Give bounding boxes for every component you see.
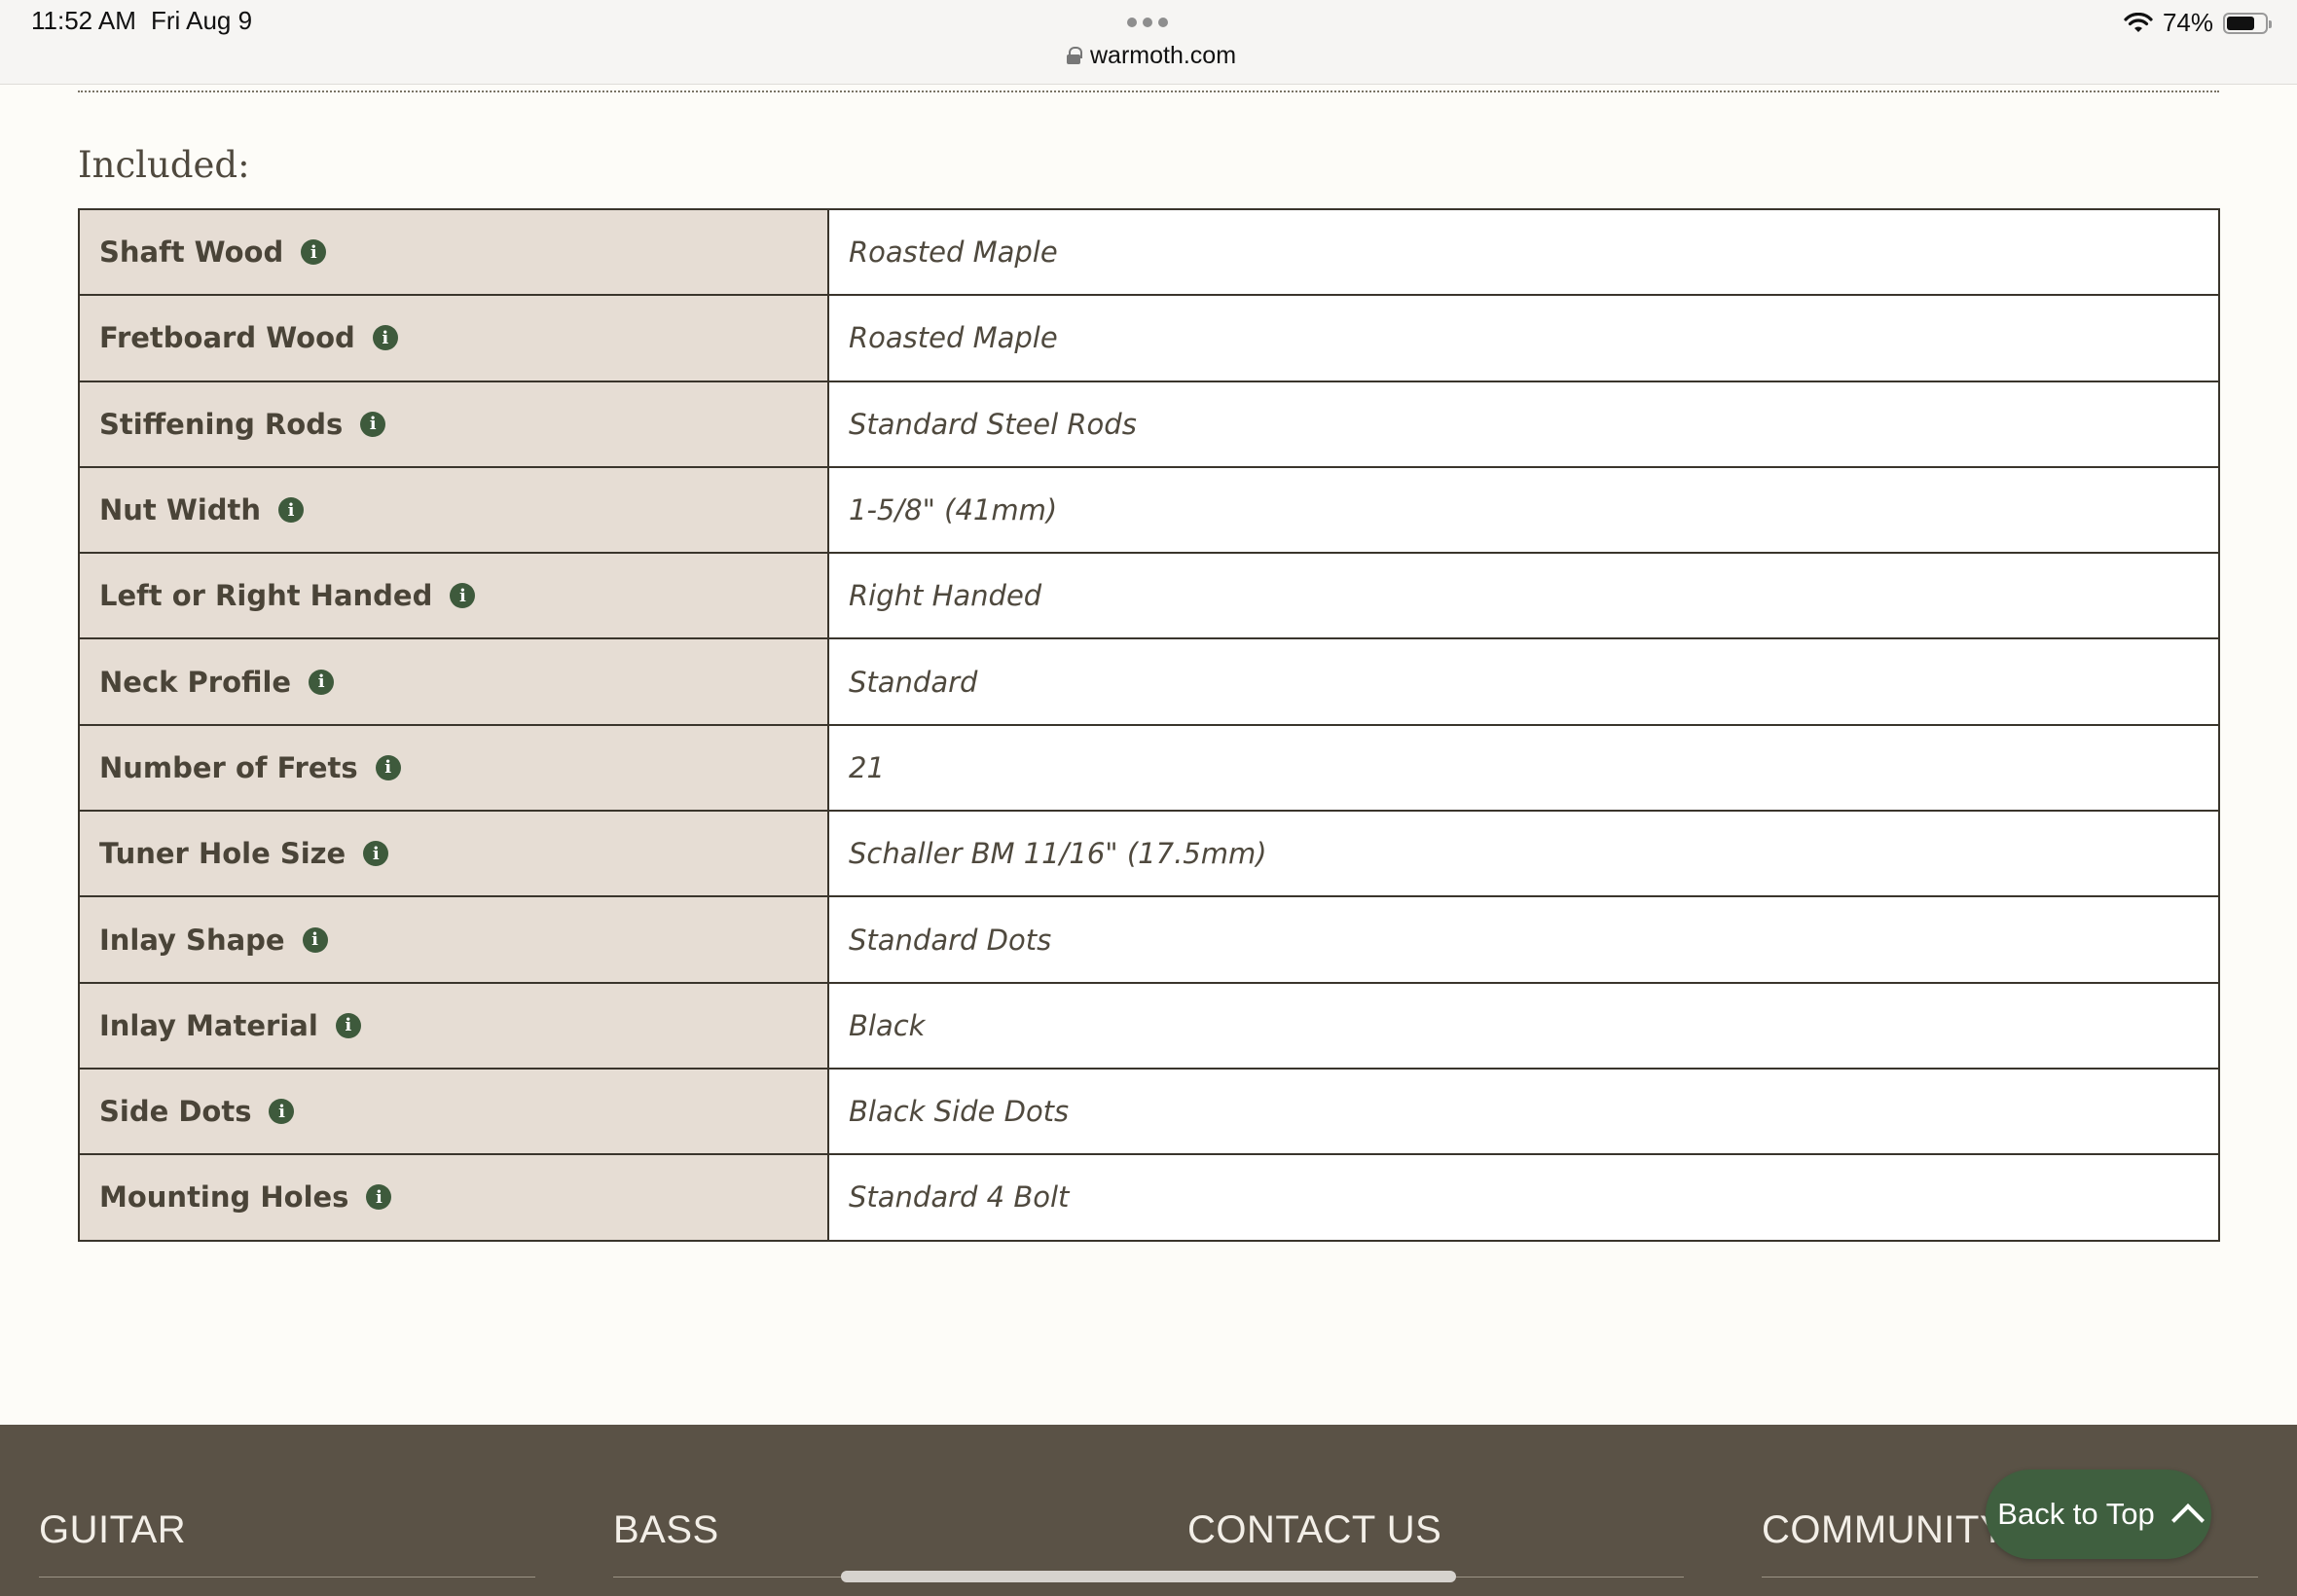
spec-row: Nut Width i 1-5/8" (41mm) (78, 465, 2220, 555)
status-date: Fri Aug 9 (151, 6, 253, 35)
status-time: 11:52 AM (31, 6, 136, 35)
spec-label-cell: Fretboard Wood i (78, 294, 829, 382)
spec-label: Fretboard Wood (99, 321, 355, 355)
spec-label: Inlay Material (99, 1008, 318, 1042)
battery-percent: 74% (2162, 8, 2213, 37)
spec-value: Standard 4 Bolt (827, 1153, 2220, 1242)
spec-label-cell: Inlay Shape i (78, 895, 829, 984)
dotted-divider (78, 91, 2219, 92)
back-to-top-button[interactable]: Back to Top (1986, 1469, 2211, 1559)
info-icon[interactable]: i (302, 926, 328, 953)
spec-value: Standard (827, 637, 2220, 726)
footer-community[interactable]: COMMUNITY (1762, 1508, 2258, 1578)
wifi-icon (2124, 12, 2153, 32)
spec-value: Black Side Dots (827, 1067, 2220, 1156)
home-indicator[interactable] (841, 1571, 1456, 1582)
spec-value: Right Handed (827, 552, 2220, 640)
spec-label: Neck Profile (99, 665, 292, 699)
spec-label-cell: Left or Right Handed i (78, 552, 829, 640)
spec-label-cell: Inlay Material i (78, 981, 829, 1070)
spec-row: Tuner Hole Size i Schaller BM 11/16" (17.5… (78, 810, 2220, 898)
info-icon[interactable]: i (363, 841, 389, 867)
spec-value: Roasted Maple (827, 207, 2220, 297)
info-icon[interactable]: i (269, 1099, 295, 1125)
info-icon[interactable]: i (366, 1184, 392, 1211)
spec-value: Standard Steel Rods (827, 380, 2220, 468)
info-icon[interactable]: i (372, 325, 398, 351)
spec-row: Fretboard Wood i Roasted Maple (78, 294, 2220, 382)
spec-label: Mounting Holes (99, 1180, 349, 1215)
spec-label-cell: Mounting Holes i (78, 1153, 829, 1242)
spec-value: 21 (827, 723, 2220, 813)
spec-row: Inlay Material i Black (78, 981, 2220, 1070)
spec-value: 1-5/8" (41mm) (827, 465, 2220, 555)
spec-value: Schaller BM 11/16" (17.5mm) (827, 810, 2220, 898)
spec-row: Left or Right Handed i Right Handed (78, 552, 2220, 640)
spec-row: Mounting Holes i Standard 4 Bolt (78, 1153, 2220, 1242)
spec-row: Shaft Wood i Roasted Maple (78, 207, 2220, 297)
footer-contact-label: CONTACT US (1187, 1508, 1442, 1551)
spec-label-cell: Neck Profile i (78, 637, 829, 726)
spec-label: Inlay Shape (99, 923, 285, 957)
address-bar[interactable]: warmoth.com (1067, 39, 1236, 72)
info-icon[interactable]: i (375, 754, 401, 780)
spec-label: Left or Right Handed (99, 579, 433, 613)
spec-row: Inlay Shape i Standard Dots (78, 895, 2220, 984)
spec-label-cell: Side Dots i (78, 1067, 829, 1156)
spec-label: Side Dots (99, 1095, 252, 1129)
info-icon[interactable]: i (360, 411, 386, 437)
footer-bass-label: BASS (613, 1508, 719, 1551)
spec-label: Nut Width (99, 493, 262, 527)
info-icon[interactable]: i (278, 497, 305, 524)
footer-guitar-label: GUITAR (39, 1508, 187, 1551)
spec-row: Side Dots i Black Side Dots (78, 1067, 2220, 1156)
spec-row: Number of Frets i 21 (78, 723, 2220, 813)
spec-value: Standard Dots (827, 895, 2220, 984)
spec-label: Shaft Wood (99, 236, 284, 270)
spec-value: Black (827, 981, 2220, 1070)
chevron-up-icon (2170, 1504, 2205, 1537)
info-icon[interactable]: i (301, 239, 327, 266)
footer-community-label: COMMUNITY (1762, 1508, 2007, 1551)
section-heading: Included: (78, 144, 250, 186)
footer-bass[interactable]: BASS (613, 1508, 1110, 1578)
spec-label-cell: Nut Width i (78, 465, 829, 555)
spec-label-cell: Number of Frets i (78, 723, 829, 813)
address-url: warmoth.com (1090, 41, 1237, 69)
footer-contact-us[interactable]: CONTACT US (1187, 1508, 1684, 1578)
info-icon[interactable]: i (309, 669, 335, 695)
lock-icon (1067, 47, 1082, 64)
battery-icon (2223, 12, 2272, 34)
spec-label-cell: Stiffening Rods i (78, 380, 829, 468)
spec-label-cell: Tuner Hole Size i (78, 810, 829, 898)
spec-label: Tuner Hole Size (99, 837, 346, 871)
info-icon[interactable]: i (450, 583, 476, 609)
spec-row: Stiffening Rods i Standard Steel Rods (78, 380, 2220, 468)
footer-guitar[interactable]: GUITAR (39, 1508, 535, 1578)
multitasking-dots-icon[interactable] (1127, 18, 1168, 27)
spec-row: Neck Profile i Standard (78, 637, 2220, 726)
spec-label: Number of Frets (99, 750, 358, 784)
spec-label-cell: Shaft Wood i (78, 207, 829, 297)
status-indicators: 74% (2124, 8, 2272, 38)
info-icon[interactable]: i (335, 1012, 361, 1038)
spec-value: Roasted Maple (827, 294, 2220, 382)
browser-status-bar: 11:52 AM Fri Aug 9 warmoth.com 74% (0, 0, 2297, 85)
back-to-top-label: Back to Top (1997, 1497, 2155, 1531)
spec-table: Shaft Wood i Roasted Maple Fretboard Wood i R… (78, 207, 2220, 1242)
spec-label: Stiffening Rods (99, 407, 344, 441)
